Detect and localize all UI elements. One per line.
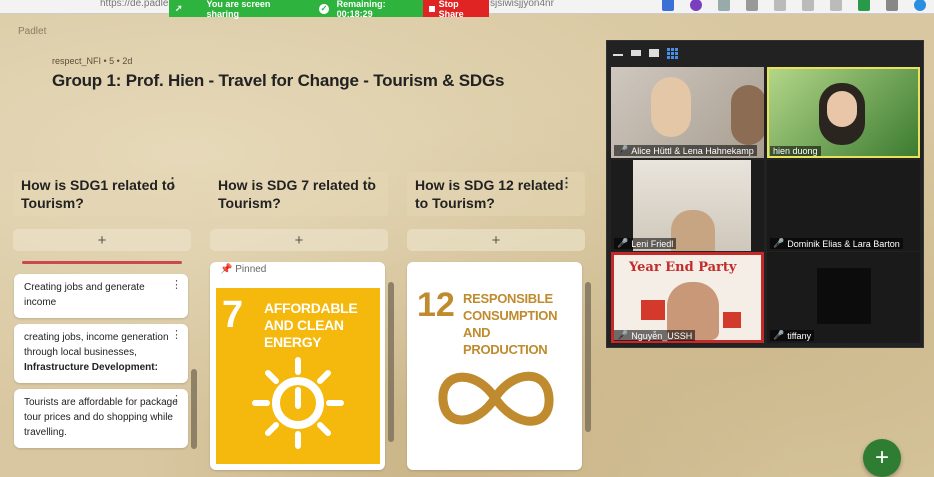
column-heading: How is SDG 12 related to Tourism? ⋮ [407, 172, 585, 216]
post-card[interactable]: creating jobs, income generation through… [14, 324, 188, 383]
participant-name: 🎤 Leni Friedl [614, 238, 677, 249]
participant-name: 🎤 Alice Hüttl & Lena Hahnekamp [614, 145, 757, 156]
post-text: Tourists are affordable for package tour… [24, 397, 178, 438]
board-title: Group 1: Prof. Hien - Travel for Change … [52, 71, 505, 90]
more-icon[interactable]: ⋮ [171, 328, 182, 343]
participant-video [817, 268, 871, 324]
favorites-icon[interactable] [802, 0, 814, 11]
gift-icon [723, 312, 741, 328]
video-tile-active[interactable]: hien duong [767, 67, 920, 158]
column-heading: How is SDG1 related to Tourism? ⋮ [13, 172, 191, 216]
column-sdg7: How is SDG 7 related to Tourism? ⋮ + [210, 172, 388, 251]
more-icon[interactable]: ⋮ [166, 174, 179, 192]
extension-icon[interactable] [662, 0, 674, 11]
post-divider [22, 261, 182, 264]
column-heading-text: How is SDG1 related to Tourism? [21, 177, 176, 211]
post-card[interactable]: Tourists are affordable for package tour… [14, 389, 188, 448]
mic-muted-icon: 🎤 [773, 238, 785, 248]
copilot-icon[interactable] [914, 0, 926, 11]
pinned-label: 📌 Pinned [220, 264, 266, 275]
stop-icon [429, 5, 435, 12]
participant-name: 🎤 tiffany [770, 330, 815, 341]
screen-share-banner: ➚ You are screen sharing ✓ Remaining: 00… [169, 0, 489, 19]
pin-icon: 📌 [220, 264, 233, 275]
participant-video [731, 85, 764, 145]
participant-name: hien duong [770, 146, 821, 156]
speaker-view-icon[interactable] [631, 50, 641, 56]
padlet-logo[interactable]: Padlet [18, 26, 46, 37]
sdg7-image: 7 AFFORDABLE AND CLEAN ENERGY [216, 288, 380, 464]
minimize-icon[interactable] [613, 54, 623, 56]
sun-power-icon [252, 357, 344, 449]
pinned-text: Pinned [235, 264, 267, 275]
more-icon[interactable]: ⋮ [560, 174, 573, 192]
column-heading-text: How is SDG 12 related to Tourism? [415, 177, 564, 211]
mic-muted-icon: 🎤 [773, 330, 785, 340]
collections-icon[interactable] [830, 0, 842, 11]
settings-icon[interactable] [746, 0, 758, 11]
address-bar[interactable]: https://de.padle [100, 0, 168, 9]
video-panel-toolbar [607, 41, 923, 65]
sdg12-image: 12 RESPONSIBLE CONSUMPTION AND PRODUCTIO… [413, 276, 577, 464]
post-bold-suffix: : [154, 362, 158, 373]
participant-name: 🎤 Nguyễn_USSH [614, 330, 696, 341]
mic-muted-icon: 🎤 [617, 238, 629, 248]
split-icon[interactable] [774, 0, 786, 11]
participant-face [827, 91, 857, 127]
column-scrollbar[interactable] [191, 369, 197, 449]
board-meta: respect_NFI • 5 • 2d [52, 56, 133, 66]
column-sdg1: How is SDG1 related to Tourism? ⋮ + [13, 172, 191, 251]
party-banner-text: Year End Party [629, 260, 737, 275]
add-post-button[interactable]: + [407, 229, 585, 251]
add-post-fab[interactable]: + [863, 439, 901, 477]
participant-name: 🎤 Dominik Elias & Lara Barton [770, 238, 903, 249]
infinity-icon [438, 371, 554, 426]
share-status: ➚ You are screen sharing ✓ Remaining: 00… [169, 0, 423, 19]
video-tile[interactable]: 🎤 Alice Hüttl & Lena Hahnekamp [611, 67, 764, 158]
post-bold-text: Infrastructure Development [24, 362, 155, 373]
more-icon[interactable]: ⋮ [171, 393, 182, 408]
extension-icon[interactable] [718, 0, 730, 11]
more-icon[interactable] [886, 0, 898, 11]
video-tile[interactable]: 🎤 Dominik Elias & Lara Barton [767, 160, 920, 251]
mic-muted-icon: 🎤 [617, 330, 629, 340]
column-sdg12: How is SDG 12 related to Tourism? ⋮ + [407, 172, 585, 251]
profile-icon[interactable] [690, 0, 702, 11]
share-icon: ➚ [175, 3, 183, 13]
video-call-panel: 🎤 Alice Hüttl & Lena Hahnekamp hien duong… [606, 40, 924, 348]
column-scrollbar[interactable] [585, 282, 591, 432]
gift-icon [641, 300, 665, 320]
participant-face [671, 210, 715, 251]
video-tile[interactable]: Year End Party 🎤 Nguyễn_USSH [611, 252, 764, 343]
more-icon[interactable]: ⋮ [171, 278, 182, 293]
share-message: You are screen sharing [206, 0, 271, 19]
share-remaining: Remaining: 00:18:29 [336, 0, 386, 19]
browser-icons [662, 0, 926, 11]
mic-muted-icon: 🎤 [617, 145, 629, 155]
stop-share-button[interactable]: Stop Share [423, 0, 489, 19]
address-bar-tail: sjsiwisjjyon4nr [490, 0, 554, 9]
gallery-view-icon[interactable] [667, 48, 678, 59]
video-tile[interactable]: 🎤 tiffany [767, 252, 920, 343]
add-post-button[interactable]: + [210, 229, 388, 251]
column-scrollbar[interactable] [388, 282, 394, 442]
more-icon[interactable]: ⋮ [363, 174, 376, 192]
post-text: Creating jobs and generate income [24, 282, 145, 308]
stop-share-label: Stop Share [438, 0, 464, 19]
post-card[interactable]: ⋮ 12 RESPONSIBLE CONSUMPTION AND PRODUCT… [407, 262, 582, 470]
extension-icon[interactable] [858, 0, 870, 11]
column-heading-text: How is SDG 7 related to Tourism? [218, 177, 376, 211]
pinned-post-card[interactable]: 📌 Pinned ⋮ 7 AFFORDABLE AND CLEAN ENERGY [210, 262, 385, 470]
post-text: creating jobs, income generation through… [24, 332, 169, 358]
shield-check-icon: ✓ [319, 3, 329, 14]
video-tile[interactable]: 🎤 Leni Friedl [611, 160, 764, 251]
strip-view-icon[interactable] [649, 49, 659, 57]
column-heading: How is SDG 7 related to Tourism? ⋮ [210, 172, 388, 216]
participant-video [651, 77, 691, 137]
add-post-button[interactable]: + [13, 229, 191, 251]
post-card[interactable]: Creating jobs and generate income ⋮ [14, 274, 188, 318]
